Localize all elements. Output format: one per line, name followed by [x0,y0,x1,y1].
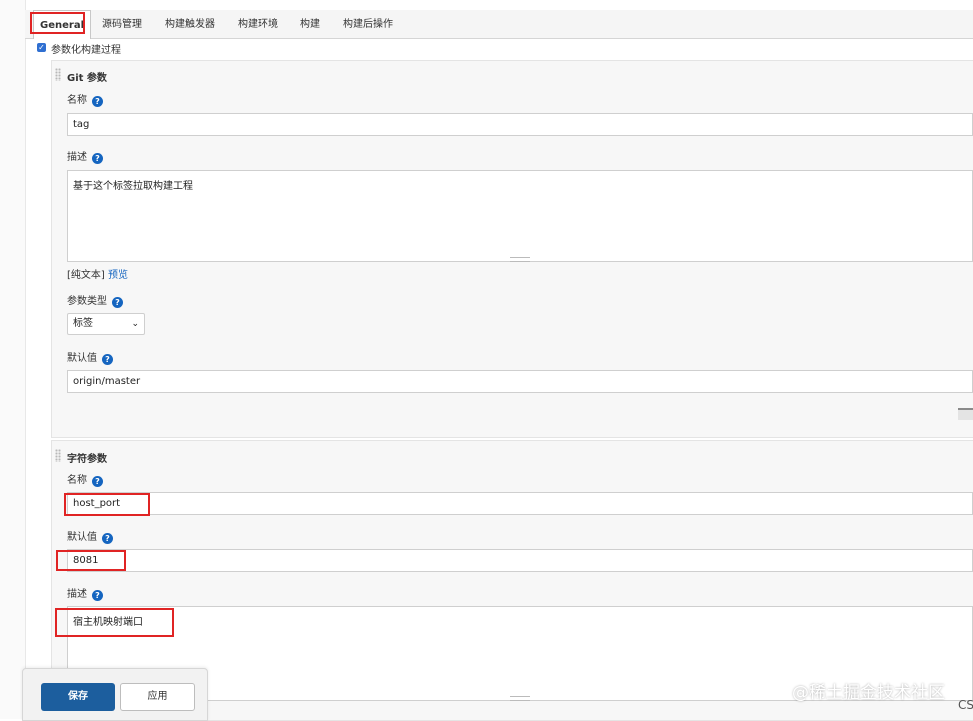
help-icon[interactable]: ? [92,96,103,107]
string-default-label: 默认值? [67,528,113,544]
param-type-value: 标签 [73,318,93,329]
text-format-row: [纯文本] 预览 [67,266,128,281]
preview-link[interactable]: 预览 [108,270,128,281]
git-name-input[interactable]: tag [67,113,973,136]
git-default-label: 默认值? [67,349,113,365]
help-icon[interactable]: ? [92,476,103,487]
drag-handle-icon[interactable] [55,449,61,462]
git-parameter-title: Git 参数 [67,73,107,84]
watermark: @稀土掘金技术社区 [792,683,945,703]
corner-text: CS [958,698,973,712]
string-parameter-title: 字符参数 [67,454,107,465]
plain-text-label: [纯文本] [67,270,105,281]
string-desc-label: 描述? [67,585,103,601]
parameterized-label: 参数化构建过程 [51,45,121,56]
git-description-text: 基于这个标签拉取构建工程 [73,181,193,192]
left-margin [0,0,26,719]
git-description-textarea[interactable]: 基于这个标签拉取构建工程 [67,170,973,262]
help-icon[interactable]: ? [102,533,113,544]
tab-post-build[interactable]: 构建后操作 [343,10,393,38]
help-icon[interactable]: ? [112,297,123,308]
git-default-input[interactable]: origin/master [67,370,973,393]
tab-build[interactable]: 构建 [300,10,320,38]
string-default-input[interactable]: 8081 [67,549,973,572]
chevron-down-icon: ⌄ [131,319,139,329]
git-name-label: 名称? [67,91,103,107]
drag-handle-icon[interactable] [55,68,61,81]
save-button[interactable]: 保存 [41,683,115,711]
parameterized-checkbox[interactable]: ✓ [37,43,46,52]
param-type-select[interactable]: 标签 ⌄ [67,313,145,335]
tab-source-control[interactable]: 源码管理 [102,10,142,38]
git-desc-label: 描述? [67,148,103,164]
string-description-text: 宿主机映射端口 [73,617,143,628]
tab-build-triggers[interactable]: 构建触发器 [165,10,215,38]
tab-build-environment[interactable]: 构建环境 [238,10,278,38]
string-name-label: 名称? [67,471,103,487]
string-name-input[interactable]: host_port [67,492,973,515]
param-type-label: 参数类型? [67,292,123,308]
resize-grip-icon[interactable] [510,257,530,262]
help-icon[interactable]: ? [102,354,113,365]
help-icon[interactable]: ? [92,153,103,164]
help-icon[interactable]: ? [92,590,103,601]
edit-icon[interactable] [958,408,973,420]
apply-button[interactable]: 应用 [120,683,195,711]
resize-grip-icon[interactable] [510,696,530,701]
tab-general[interactable]: General [33,10,91,39]
